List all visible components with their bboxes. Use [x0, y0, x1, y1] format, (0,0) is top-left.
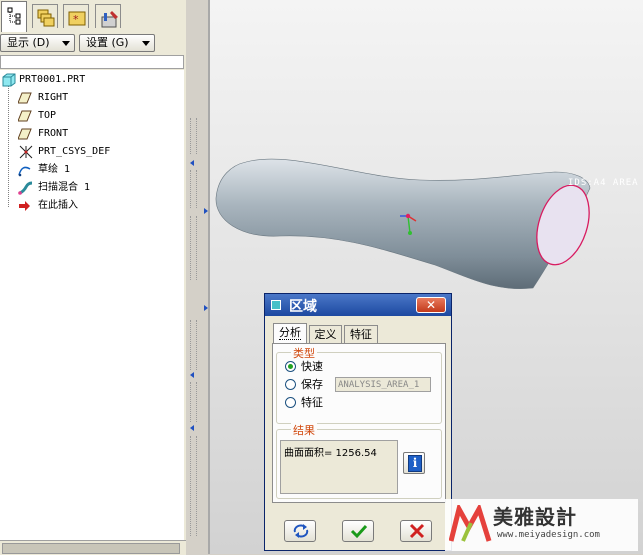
tab-feature[interactable]: 特征	[344, 325, 378, 343]
tab-tools[interactable]	[95, 4, 121, 28]
display-dropdown-button[interactable]: 显示 (D)	[0, 34, 75, 52]
tree-filter-strip[interactable]	[0, 55, 184, 69]
tools-icon	[101, 11, 118, 28]
info-icon: i	[408, 455, 422, 472]
radio-save-label: 保存	[301, 378, 323, 391]
navigator-panel: * 显示 (D) 设置 (G) PRT0001.PRT RIGHT TOP FR…	[0, 0, 187, 555]
tree-item-label: RIGHT	[38, 92, 69, 103]
dialog-title: 区域	[289, 299, 317, 315]
dialog-titlebar[interactable]: 区域 ✕	[265, 294, 451, 316]
collapse-arrow-icon[interactable]	[190, 372, 194, 378]
repeat-button[interactable]	[284, 520, 316, 542]
chevron-down-icon	[142, 41, 150, 46]
scrollbar-thumb[interactable]	[2, 543, 180, 554]
tree-horizontal-scrollbar[interactable]	[0, 540, 186, 555]
tree-item-label: PRT0001.PRT	[19, 74, 86, 85]
close-button[interactable]: ✕	[416, 297, 446, 313]
info-button[interactable]: i	[403, 452, 425, 474]
splitter-grip	[190, 382, 197, 422]
radio-indicator[interactable]	[285, 379, 296, 390]
watermark-text: 美雅設計	[493, 505, 577, 529]
tab-layers[interactable]	[32, 4, 58, 28]
tree-item-label: TOP	[38, 110, 57, 121]
tab-analysis-label: 分析	[279, 326, 301, 340]
datum-plane-icon	[18, 128, 32, 140]
watermark-url: www.meiyadesign.com	[497, 530, 600, 540]
tree-item-label: 扫描混合 1	[38, 182, 91, 193]
insert-here-arrow-icon	[19, 201, 30, 211]
tab-model-tree[interactable]	[1, 1, 27, 32]
close-icon: ✕	[425, 298, 437, 312]
tree-item-label: 草绘 1	[38, 164, 71, 175]
datum-plane-icon	[18, 92, 32, 104]
result-group: 结果 曲面面积= 1256.54 i	[276, 422, 442, 499]
tab-definition-label: 定义	[314, 328, 337, 341]
sweep-blend-body[interactable]	[215, 158, 591, 289]
splitter-grip	[190, 436, 197, 536]
model-tree-icon	[7, 7, 21, 25]
datum-plane-icon	[18, 110, 32, 122]
tab-feature-label: 特征	[350, 328, 372, 341]
tab-definition[interactable]: 定义	[309, 325, 342, 343]
csys-icon	[19, 145, 33, 159]
navigator-tabbar: *	[0, 0, 186, 32]
radio-indicator[interactable]	[285, 397, 296, 408]
panel-splitter[interactable]	[186, 0, 208, 554]
watermark-logo-icon	[449, 505, 492, 542]
radio-quick-label: 快速	[301, 360, 323, 373]
surface-area-text: 曲面面积= 1256.54	[284, 448, 377, 459]
collapse-arrow-icon[interactable]	[190, 160, 194, 166]
analysis-name-field[interactable]: ANALYSIS_AREA_1	[335, 377, 431, 392]
collapse-arrow-icon[interactable]	[190, 425, 194, 431]
favorites-folder-icon: *	[68, 11, 86, 26]
tab-analysis[interactable]: 分析	[273, 323, 307, 344]
tree-item-label: PRT_CSYS_DEF	[38, 146, 111, 157]
radio-feature-label: 特征	[301, 396, 323, 409]
red-x-icon	[409, 523, 425, 539]
repeat-arrows-icon	[293, 524, 309, 538]
ok-button[interactable]	[342, 520, 374, 542]
result-group-title: 结果	[291, 422, 317, 438]
layers-icon	[37, 9, 55, 27]
chevron-down-icon	[62, 41, 70, 46]
part-icon	[2, 73, 16, 87]
settings-dropdown-button[interactable]: 设置 (G)	[79, 34, 155, 52]
analysis-tab-panel: 类型 快速 保存 特征 ANALYSIS_AREA_1 结果 曲面面积= 125…	[272, 343, 446, 503]
dialog-window-icon	[271, 300, 281, 310]
tree-connector	[8, 86, 9, 207]
splitter-grip	[190, 118, 197, 154]
splitter-grip	[190, 216, 197, 280]
area-analysis-dialog: 区域 ✕ 分析 定义 特征 类型 快速 保存 特征 ANALYSIS_AREA_…	[264, 293, 452, 551]
analysis-datum-tag: IDS:A4 AREA	[568, 178, 639, 188]
splitter-grip	[190, 170, 197, 208]
display-dropdown-label: 显示 (D)	[7, 36, 50, 49]
watermark: 美雅設計 www.meiyadesign.com	[445, 499, 638, 551]
tree-item-label: FRONT	[38, 128, 69, 139]
sweep-blend-icon	[18, 181, 33, 195]
navigator-button-row: 显示 (D) 设置 (G)	[0, 32, 186, 54]
settings-dropdown-label: 设置 (G)	[86, 36, 129, 49]
svg-text:*: *	[73, 13, 79, 26]
splitter-grip	[190, 320, 197, 370]
result-readout: 曲面面积= 1256.54	[280, 440, 398, 494]
tree-item-label: 在此插入	[38, 200, 78, 211]
type-group: 类型 快速 保存 特征 ANALYSIS_AREA_1	[276, 345, 442, 424]
radio-indicator[interactable]	[285, 361, 296, 372]
cancel-button[interactable]	[400, 520, 432, 542]
sketch-icon	[18, 166, 31, 177]
tab-favorites[interactable]: *	[63, 4, 89, 28]
model-tree: PRT0001.PRT RIGHT TOP FRONT PRT_CSYS_DEF…	[0, 70, 184, 540]
checkmark-icon	[350, 524, 368, 539]
